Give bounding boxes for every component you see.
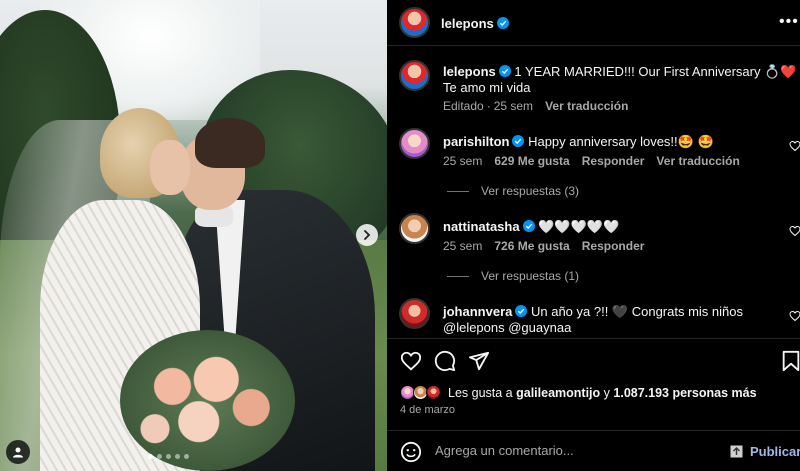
comment-avatar[interactable]	[399, 213, 430, 244]
comment-input[interactable]	[435, 443, 715, 458]
post-photo[interactable]	[0, 0, 387, 471]
user-tag-icon[interactable]	[6, 440, 30, 464]
heart-icon[interactable]	[789, 225, 800, 237]
share-icon[interactable]	[468, 350, 490, 372]
view-replies-button[interactable]: Ver respuestas (3)	[447, 184, 579, 198]
carousel-dot	[184, 454, 189, 459]
comment-text: 🤍🤍🤍🤍🤍	[538, 219, 620, 234]
comment-avatar[interactable]	[399, 298, 430, 329]
publish-button[interactable]: Publicar	[750, 444, 800, 459]
carousel-dot	[148, 454, 153, 459]
caption-text-line2: Te amo mi vida	[443, 80, 531, 95]
comment-reply-button[interactable]: Responder	[582, 239, 645, 253]
post-date[interactable]: 4 de marzo	[400, 404, 455, 416]
more-options-icon[interactable]: •••	[779, 13, 799, 31]
comment-text-line2[interactable]: @lelepons @guaynaa	[443, 320, 571, 335]
caption-text: 1 YEAR MARRIED!!! Our First Anniversary …	[514, 64, 797, 79]
caption-username[interactable]: lelepons	[443, 64, 496, 79]
comment-meta: 25 sem 726 Me gusta Responder	[443, 239, 644, 253]
caption-translate-link[interactable]: Ver traducción	[545, 99, 628, 113]
caption-separator: ·	[486, 99, 491, 113]
comment-icon[interactable]	[434, 350, 456, 372]
chevron-right-icon[interactable]	[356, 224, 378, 246]
post-details-panel: lelepons ••• lelepons 1 YEAR MARRIED!!! …	[387, 0, 800, 471]
verified-badge-icon	[522, 220, 535, 232]
comment-username[interactable]: johannvera	[443, 304, 512, 319]
carousel-dot	[175, 454, 180, 459]
comment: parishilton Happy anniversary loves!!🤩 🤩	[443, 134, 714, 150]
avatar[interactable]	[399, 7, 430, 38]
comment: johannvera Un año ya ?!! 🖤 Congrats mis …	[443, 304, 743, 320]
likes-count[interactable]: 1.087.193 personas más	[613, 386, 756, 400]
verified-badge-icon	[498, 65, 511, 77]
post-author-username[interactable]: lelepons	[441, 16, 494, 31]
likes-user[interactable]: galileamontijo	[516, 386, 600, 400]
comment-translate-link[interactable]: Ver traducción	[656, 154, 739, 168]
upload-icon[interactable]	[730, 445, 743, 458]
caption-time[interactable]: 25 sem	[494, 99, 533, 113]
comment-text: Happy anniversary loves!!🤩 🤩	[528, 134, 714, 149]
bookmark-icon[interactable]	[781, 350, 800, 372]
comment-meta: 25 sem 629 Me gusta Responder Ver traducció…	[443, 154, 740, 168]
comment-composer: Publicar	[387, 430, 800, 471]
divider	[387, 338, 800, 339]
post-author[interactable]: lelepons	[441, 15, 509, 33]
comment: nattinatasha 🤍🤍🤍🤍🤍	[443, 219, 619, 235]
comment-time[interactable]: 25 sem	[443, 239, 482, 253]
likes-prefix: Les gusta a	[448, 386, 513, 400]
caption: lelepons 1 YEAR MARRIED!!! Our First Ann…	[443, 64, 796, 80]
caption-edited: Editado	[443, 99, 484, 113]
heart-icon[interactable]	[789, 310, 800, 322]
carousel-dot	[166, 454, 171, 459]
heart-icon[interactable]	[400, 350, 422, 372]
view-replies-button[interactable]: Ver respuestas (1)	[447, 269, 579, 283]
likes-summary: Les gusta a galileamontijo y 1.087.193 p…	[448, 386, 757, 400]
photo-bride-face	[150, 140, 190, 195]
comment-time[interactable]: 25 sem	[443, 154, 482, 168]
comment-username[interactable]: nattinatasha	[443, 219, 520, 234]
carousel-dot	[157, 454, 162, 459]
comment-reply-button[interactable]: Responder	[582, 154, 645, 168]
post-header: lelepons •••	[387, 0, 800, 46]
caption-meta: Editado · 25 sem Ver traducción	[443, 99, 628, 113]
photo-groom-hair	[195, 118, 265, 168]
comment-avatar[interactable]	[399, 128, 430, 159]
comment-likes[interactable]: 629 Me gusta	[494, 154, 569, 168]
verified-badge-icon	[512, 135, 525, 147]
caption-avatar[interactable]	[399, 60, 430, 91]
comment-likes[interactable]: 726 Me gusta	[494, 239, 569, 253]
verified-badge-icon	[515, 305, 528, 317]
heart-icon[interactable]	[789, 140, 800, 152]
likes-middle: y	[603, 386, 610, 400]
emoji-icon[interactable]	[400, 441, 422, 463]
liker-avatar[interactable]	[426, 385, 441, 400]
carousel-indicator	[148, 454, 189, 459]
verified-badge-icon	[496, 17, 509, 29]
comment-text: Un año ya ?!! 🖤 Congrats mis niños	[530, 304, 743, 319]
comment-username[interactable]: parishilton	[443, 134, 509, 149]
photo-bouquet	[120, 330, 295, 471]
